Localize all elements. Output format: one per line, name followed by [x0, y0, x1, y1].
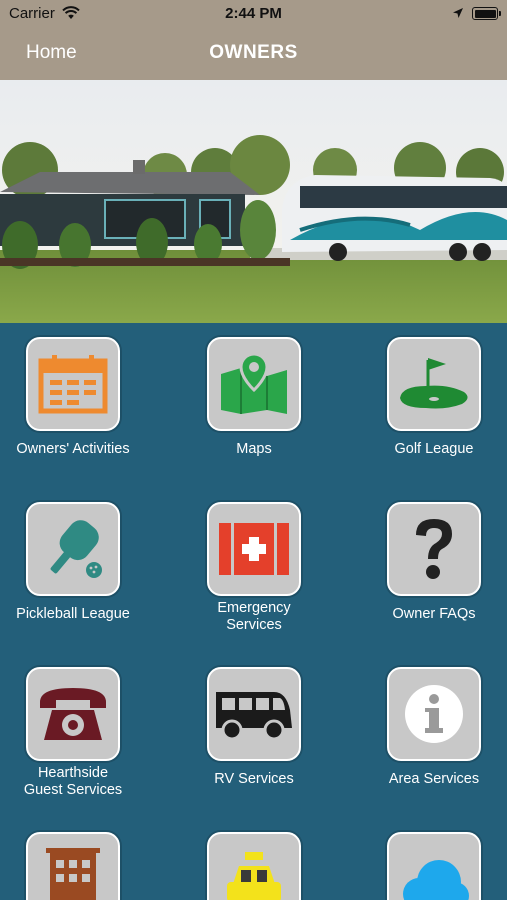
tile-icon-box[interactable] [26, 337, 120, 431]
telephone-icon [40, 688, 106, 740]
hotel-building-icon [46, 848, 100, 900]
info-icon [405, 685, 463, 743]
map-pin-icon [221, 352, 287, 414]
tile-icon-box[interactable] [387, 832, 481, 900]
tile-icon-box[interactable] [387, 502, 481, 596]
tile-label: Owners' Activities [16, 441, 130, 457]
cloud-icon [403, 860, 469, 900]
tile-icon-box[interactable] [26, 667, 120, 761]
tile-icon-box[interactable] [26, 502, 120, 596]
tile-label: Emergency Services [217, 600, 291, 633]
location-arrow-icon [452, 6, 464, 23]
tile-label: Maps [236, 441, 272, 457]
tile-icon-box[interactable] [387, 667, 481, 761]
hero-photo [0, 80, 507, 323]
tile-label: Owner FAQs [392, 606, 476, 622]
first-aid-kit-icon [219, 523, 289, 575]
tile-icon-box[interactable] [207, 832, 301, 900]
battery-icon [472, 7, 498, 20]
pickleball-paddle-icon [50, 520, 102, 578]
tile-label: Area Services [388, 771, 480, 787]
calendar-icon [38, 355, 108, 414]
tile-label: Golf League [394, 441, 474, 457]
owner-menu-grid: Owners' Activities Maps Golf League Pick… [0, 323, 507, 900]
battery-tip [499, 11, 501, 16]
question-mark-icon [416, 519, 452, 579]
page-title: OWNERS [209, 42, 298, 63]
tile-icon-box[interactable] [207, 502, 301, 596]
rv-van-icon [216, 692, 292, 741]
navigation-bar: Home OWNERS [0, 28, 507, 80]
taxi-icon [227, 852, 281, 900]
tile-icon-box[interactable] [207, 337, 301, 431]
golf-flag-icon [400, 358, 468, 409]
tile-label: RV Services [214, 771, 294, 787]
status-time: 2:44 PM [225, 5, 282, 22]
tile-icon-box[interactable] [207, 667, 301, 761]
tile-icon-box[interactable] [26, 832, 120, 900]
tile-icon-box[interactable] [387, 337, 481, 431]
status-bar: Carrier 2:44 PM [0, 0, 507, 28]
tile-label: Hearthside Guest Services [23, 765, 123, 798]
tile-label: Pickleball League [16, 606, 130, 622]
